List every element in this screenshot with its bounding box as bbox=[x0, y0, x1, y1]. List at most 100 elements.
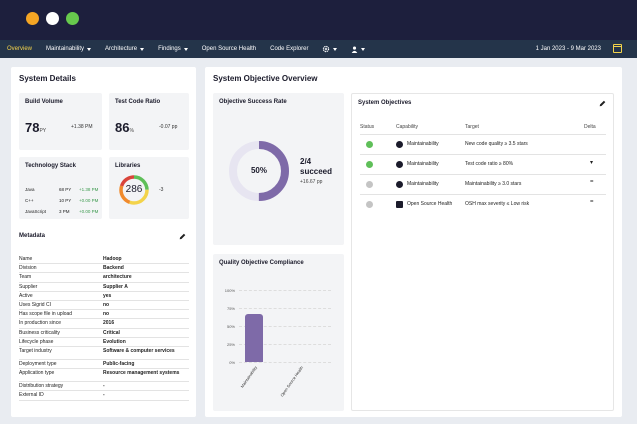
tech-name: C++ bbox=[25, 198, 34, 203]
objective-row[interactable]: Maintainability New code quality ≥ 3.5 st… bbox=[360, 134, 606, 153]
metadata-key: Deployment type bbox=[19, 361, 57, 367]
build-volume-title: Build Volume bbox=[25, 99, 63, 105]
grid-line bbox=[239, 290, 331, 291]
objectives-header-delta: Delta bbox=[584, 124, 596, 130]
metadata-row: Business criticality Critical bbox=[19, 329, 189, 338]
objective-success-rate-card[interactable]: Objective Success Rate 50% 2/4 succeed +… bbox=[213, 93, 344, 245]
objective-capability: Maintainability bbox=[407, 141, 439, 147]
pencil-edit-icon[interactable] bbox=[179, 233, 186, 240]
nav-code-explorer-label: Code Explorer bbox=[270, 46, 309, 52]
objective-row[interactable]: Maintainability Test code ratio ≥ 80% ▾ bbox=[360, 154, 606, 173]
technology-stack-card[interactable]: Technology Stack Java 68 PY +1.38 PM C++… bbox=[19, 157, 102, 219]
metadata-row: Name Hadoop bbox=[19, 255, 189, 265]
objectives-header-capability: Capability bbox=[396, 124, 418, 130]
nav-overview-label: Overview bbox=[7, 46, 33, 52]
window-close-dot[interactable] bbox=[26, 12, 39, 25]
metadata-value: 2016 bbox=[103, 320, 115, 327]
nav-findings[interactable]: Findings bbox=[151, 40, 195, 58]
open-source-health-icon bbox=[396, 201, 403, 208]
system-details-panel: System Details Build Volume 78PY +1.38 P… bbox=[11, 67, 196, 417]
metadata-row: External ID - bbox=[19, 391, 189, 401]
tech-py: 10 PY bbox=[59, 198, 72, 203]
metadata-key: External ID bbox=[19, 392, 44, 399]
calendar-icon[interactable] bbox=[613, 44, 622, 53]
success-rate-percent: 50% bbox=[250, 166, 267, 175]
build-volume-card[interactable]: Build Volume 78PY +1.38 PM bbox=[19, 93, 102, 150]
objective-row[interactable]: Open Source Health OSH max severity ≤ Low… bbox=[360, 194, 606, 213]
objective-delta: = bbox=[590, 179, 594, 185]
success-count-label: succeed bbox=[300, 167, 333, 176]
metadata-value: - bbox=[103, 392, 105, 399]
tech-py: 3 PM bbox=[59, 209, 70, 214]
objective-capability: Maintainability bbox=[407, 181, 439, 187]
tech-row: JavaScript 3 PM +0.00 PM bbox=[25, 209, 115, 217]
metadata-row: In production since 2016 bbox=[19, 319, 189, 329]
window-minimize-dot[interactable] bbox=[46, 12, 59, 25]
tech-name: JavaScript bbox=[25, 209, 47, 214]
metadata-row: Has scope file in upload no bbox=[19, 310, 189, 320]
metadata-value: no bbox=[103, 311, 110, 318]
system-details-title: System Details bbox=[19, 74, 76, 83]
metadata-value: Supplier A bbox=[103, 283, 128, 290]
nav-overview[interactable]: Overview bbox=[0, 40, 39, 58]
pencil-edit-icon[interactable] bbox=[599, 100, 606, 107]
metadata-row: Distribution strategy - bbox=[19, 382, 189, 392]
metadata-key: Lifecycle phase bbox=[19, 338, 54, 345]
status-unknown-icon bbox=[366, 201, 373, 208]
system-objectives-title: System Objectives bbox=[358, 100, 412, 106]
tech-delta: +1.38 PM bbox=[79, 187, 99, 192]
tech-delta: +0.00 PM bbox=[79, 198, 99, 203]
nav-settings[interactable] bbox=[315, 40, 344, 58]
objective-delta: ▾ bbox=[590, 160, 594, 166]
window-maximize-dot[interactable] bbox=[66, 12, 79, 25]
bar[interactable] bbox=[245, 313, 263, 362]
quality-objective-compliance-card[interactable]: Quality Objective Compliance 100% 75% 50% 2… bbox=[213, 254, 344, 411]
metadata-key: Distribution strategy bbox=[19, 383, 64, 390]
tech-delta: +0.00 PM bbox=[79, 209, 99, 214]
metadata-key: Supplier bbox=[19, 283, 38, 290]
nav-architecture-label: Architecture bbox=[105, 46, 138, 52]
y-tick-label: 75% bbox=[226, 305, 235, 311]
metadata-key: Target industry bbox=[19, 348, 52, 354]
objective-target: Test code ratio ≥ 80% bbox=[465, 161, 514, 167]
nav-open-source-health[interactable]: Open Source Health bbox=[195, 40, 263, 58]
objective-capability: Maintainability bbox=[407, 161, 439, 167]
metadata-row: Uses Sigrid CI no bbox=[19, 301, 189, 311]
system-objective-overview-title: System Objective Overview bbox=[213, 74, 318, 83]
gear-icon bbox=[323, 45, 330, 53]
metadata-value: no bbox=[103, 302, 110, 308]
metadata-key: In production since bbox=[19, 320, 61, 327]
metadata-value: Public-facing bbox=[103, 361, 135, 367]
tech-name: Java bbox=[25, 187, 35, 192]
maintainability-icon bbox=[396, 141, 403, 148]
metadata-value: Backend bbox=[103, 265, 124, 272]
test-code-ratio-title: Test Code Ratio bbox=[115, 99, 161, 105]
metadata-key: Active bbox=[19, 292, 33, 299]
success-count: 2/4 bbox=[300, 157, 312, 166]
nav-code-explorer[interactable]: Code Explorer bbox=[263, 40, 315, 58]
metadata-row: Team architecture bbox=[19, 273, 189, 283]
objective-row[interactable]: Maintainability Maintainability ≥ 3.0 sta… bbox=[360, 174, 606, 193]
system-objectives-card: System Objectives Status Capability Targ… bbox=[351, 93, 614, 411]
metadata-value: Hadoop bbox=[103, 256, 122, 262]
metadata-row: Lifecycle phase Evolution bbox=[19, 338, 189, 347]
metadata-key: Team bbox=[19, 274, 32, 281]
nav-maintainability[interactable]: Maintainability bbox=[39, 40, 98, 58]
metadata-value: Critical bbox=[103, 329, 120, 336]
maintainability-icon bbox=[396, 161, 403, 168]
metadata-value: architecture bbox=[103, 274, 132, 281]
test-code-ratio-card[interactable]: Test Code Ratio 86% -0.07 pp bbox=[109, 93, 189, 150]
objectives-header-target: Target bbox=[465, 124, 479, 130]
objective-target: New code quality ≥ 3.5 stars bbox=[465, 141, 528, 147]
metadata-value: Resource management systems bbox=[103, 370, 180, 377]
date-range[interactable]: 1 Jan 2023 - 9 Mar 2023 bbox=[536, 40, 601, 58]
metadata-value: Software & computer services bbox=[103, 348, 175, 354]
nav-architecture[interactable]: Architecture bbox=[98, 40, 151, 58]
metadata-value: yes bbox=[103, 292, 112, 299]
chevron-down-icon bbox=[333, 47, 338, 51]
libraries-card[interactable]: Libraries 286 -3 bbox=[109, 157, 189, 219]
nav-user[interactable] bbox=[344, 40, 372, 58]
y-tick-label: 100% bbox=[224, 287, 235, 293]
build-volume-value: 78 bbox=[25, 120, 40, 135]
technology-stack-title: Technology Stack bbox=[25, 163, 76, 169]
